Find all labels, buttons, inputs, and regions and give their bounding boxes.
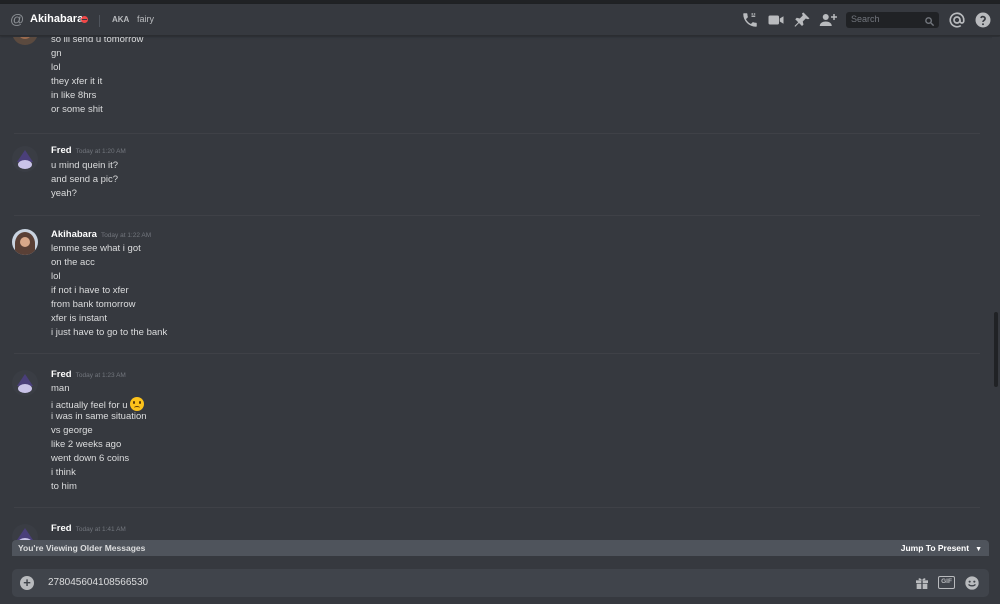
- at-icon: @: [10, 11, 25, 27]
- message-line: yeah?: [51, 188, 77, 199]
- avatar[interactable]: [12, 146, 38, 172]
- emoji-icon[interactable]: [964, 575, 980, 591]
- message-line: i think: [51, 467, 76, 478]
- message-line: i just have to go to the bank: [51, 327, 168, 338]
- avatar[interactable]: [12, 37, 38, 45]
- avatar[interactable]: [12, 370, 38, 396]
- message-line: went down 6 coins: [51, 453, 130, 464]
- message-divider: [14, 353, 980, 354]
- chevron-down-icon: ▼: [975, 546, 982, 553]
- message-timestamp: Today at 1:22 AM: [100, 232, 152, 239]
- message-line: i actually feel for u: [51, 397, 144, 411]
- message-scrollbar[interactable]: [992, 37, 1000, 540]
- message-text: i actually feel for u: [51, 400, 128, 411]
- video-call-icon[interactable]: [767, 11, 785, 29]
- channel-header: @ Akihabara AKA fairy Search: [0, 4, 1000, 36]
- message-line: like 2 weeks ago: [51, 439, 122, 450]
- gif-icon[interactable]: GIF: [938, 576, 955, 589]
- message-line: in like 8hrs: [51, 90, 97, 101]
- message-line: man: [51, 383, 70, 394]
- older-messages-label: You're Viewing Older Messages: [18, 543, 146, 553]
- message-divider: [14, 507, 980, 508]
- message-timestamp: Today at 1:23 AM: [75, 372, 126, 379]
- message-composer[interactable]: + 278045604108566530 GIF: [12, 569, 989, 597]
- avatar[interactable]: [12, 229, 38, 255]
- help-icon[interactable]: [974, 11, 992, 29]
- mention-icon[interactable]: [948, 11, 966, 29]
- message-line: so ill send u tomorrow: [51, 37, 144, 45]
- message-line: if not i have to xfer: [51, 285, 129, 296]
- search-input[interactable]: Search: [846, 12, 939, 28]
- message-divider: [14, 215, 980, 216]
- message-line: xfer is instant: [51, 313, 107, 324]
- header-divider: [99, 15, 100, 27]
- add-friend-icon[interactable]: [819, 11, 837, 29]
- message-author[interactable]: Fred Today at 1:20 AM: [51, 145, 126, 156]
- message-line: lol: [51, 62, 61, 73]
- worried-face-emoji-icon[interactable]: [129, 397, 144, 411]
- message-line: and send a pic?: [51, 174, 119, 185]
- aka-label: AKA: [112, 15, 130, 24]
- message-timestamp: Today at 1:41 AM: [75, 526, 126, 533]
- message-line: or some shit: [51, 104, 103, 115]
- message-line: vs george: [51, 425, 93, 436]
- add-attachment-icon[interactable]: +: [20, 576, 34, 590]
- search-placeholder: Search: [851, 14, 880, 24]
- message-author[interactable]: Akihabara Today at 1:22 AM: [51, 229, 151, 240]
- message-line: i was in same situation: [51, 411, 147, 422]
- message-line: lol: [51, 271, 61, 282]
- gift-icon[interactable]: [914, 575, 930, 591]
- message-line: on the acc: [51, 257, 95, 268]
- message-line: gn: [51, 48, 62, 59]
- author-name[interactable]: Akihabara: [51, 229, 97, 240]
- phone-call-icon[interactable]: [741, 11, 759, 29]
- message-input[interactable]: 278045604108566530: [48, 577, 148, 588]
- pin-icon[interactable]: [793, 11, 811, 29]
- message-author[interactable]: Fred Today at 1:23 AM: [51, 369, 126, 380]
- status-dnd-icon: [81, 16, 88, 23]
- message-list[interactable]: so ill send u tomorrow gn lol they xfer …: [0, 37, 992, 540]
- message-line: u mind quein it?: [51, 160, 119, 171]
- search-icon: [924, 14, 935, 27]
- jump-to-present-label: Jump To Present: [900, 543, 970, 553]
- message-line: they xfer it it: [51, 76, 103, 87]
- avatar[interactable]: [12, 524, 38, 540]
- older-messages-banner: You're Viewing Older Messages Jump To Pr…: [12, 540, 989, 556]
- dm-username: Akihabara: [30, 13, 84, 25]
- message-timestamp: Today at 1:20 AM: [75, 148, 126, 155]
- author-name[interactable]: Fred: [51, 369, 72, 380]
- author-name[interactable]: Fred: [51, 145, 72, 156]
- author-name[interactable]: Fred: [51, 523, 72, 534]
- nickname-tag[interactable]: fairy: [137, 14, 154, 24]
- message-line: to him: [51, 481, 77, 492]
- message-divider: [14, 133, 980, 134]
- message-line: lemme see what i got: [51, 243, 141, 254]
- scrollbar-thumb[interactable]: [994, 312, 998, 387]
- jump-to-present-button[interactable]: Jump To Present ▼: [901, 543, 982, 553]
- message-line: from bank tomorrow: [51, 299, 136, 310]
- message-author[interactable]: Fred Today at 1:41 AM: [51, 523, 126, 534]
